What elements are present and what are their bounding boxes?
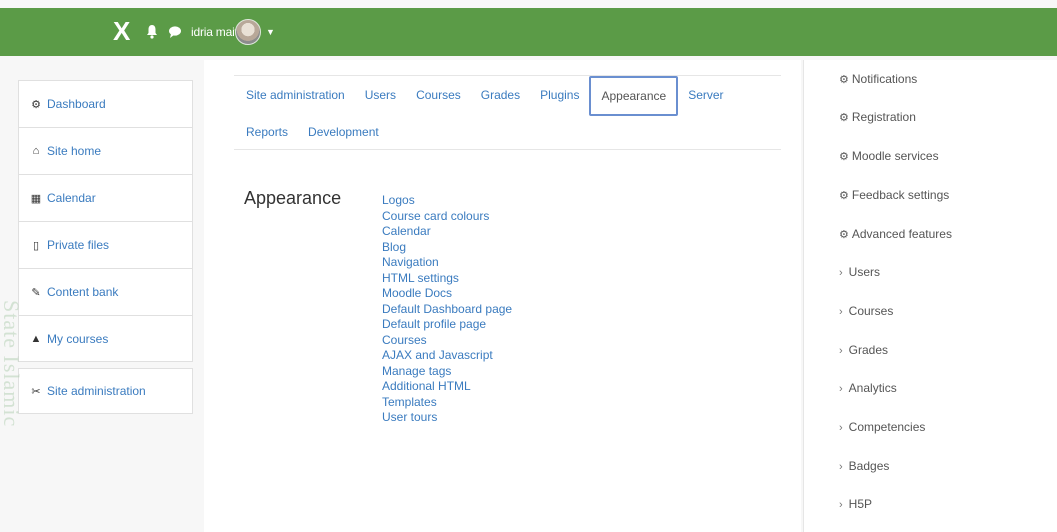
- link-blog[interactable]: Blog: [382, 240, 512, 256]
- right-category-h5p[interactable]: › H5P: [839, 497, 872, 511]
- sidebar-item-label: Content bank: [47, 285, 119, 299]
- calendar-icon: ▦: [30, 192, 42, 205]
- sidebar-item-label: My courses: [47, 331, 109, 346]
- dashboard-icon: ⚙: [31, 98, 41, 111]
- top-navbar: X idria maita ▼: [0, 8, 1057, 56]
- gear-icon: ⚙: [839, 229, 849, 241]
- right-category-analytics[interactable]: › Analytics: [839, 381, 897, 395]
- sidebar-item-content-bank[interactable]: ✎ Content bank: [18, 268, 193, 315]
- gear-icon: ⚙: [839, 190, 849, 202]
- right-item-notifications[interactable]: ⚙ Notifications: [839, 72, 917, 86]
- bell-icon[interactable]: [146, 24, 158, 40]
- right-category-grades[interactable]: › Grades: [839, 343, 888, 357]
- tab-appearance[interactable]: Appearance: [589, 76, 679, 116]
- section-title: Appearance: [244, 188, 342, 208]
- link-default-profile-page[interactable]: Default profile page: [382, 317, 512, 333]
- sidebar-item-label: Calendar: [47, 191, 96, 205]
- tab-courses[interactable]: Courses: [406, 76, 471, 114]
- chevron-right-icon: ›: [839, 461, 843, 473]
- tab-reports[interactable]: Reports: [234, 114, 298, 150]
- home-icon: ⌂: [32, 145, 40, 157]
- gear-icon: ⚙: [839, 112, 849, 124]
- tab-site-administration[interactable]: Site administration: [234, 76, 355, 114]
- tab-server[interactable]: Server: [678, 76, 733, 114]
- wrench-icon: ✂: [31, 385, 41, 398]
- link-user-tours[interactable]: User tours: [382, 410, 512, 426]
- sidebar-item-calendar[interactable]: ▦ Calendar: [18, 174, 193, 221]
- link-course-card-colours[interactable]: Course card colours: [382, 209, 512, 225]
- chevron-down-icon[interactable]: ▼: [266, 27, 275, 37]
- tab-grades[interactable]: Grades: [471, 76, 530, 114]
- sidebar-item-label: Site administration: [47, 384, 146, 398]
- admin-tabs: Site administration Users Courses Grades…: [234, 75, 781, 150]
- brush-icon: ✎: [31, 286, 41, 299]
- chevron-right-icon: ›: [839, 383, 843, 395]
- link-calendar[interactable]: Calendar: [382, 224, 512, 240]
- link-logos[interactable]: Logos: [382, 193, 512, 209]
- link-default-dashboard-page[interactable]: Default Dashboard page: [382, 302, 512, 318]
- avatar[interactable]: [235, 19, 261, 45]
- link-manage-tags[interactable]: Manage tags: [382, 364, 512, 380]
- gear-icon: ⚙: [839, 74, 849, 86]
- right-category-competencies[interactable]: › Competencies: [839, 420, 925, 434]
- chat-icon[interactable]: [168, 25, 182, 39]
- watermark: State Islamic: [0, 300, 24, 428]
- right-category-users[interactable]: › Users: [839, 265, 880, 279]
- sidebar-item-my-courses[interactable]: ▲ My courses: [18, 315, 193, 362]
- link-navigation[interactable]: Navigation: [382, 255, 512, 271]
- link-templates[interactable]: Templates: [382, 395, 512, 411]
- right-item-advanced-features[interactable]: ⚙ Advanced features: [839, 227, 952, 241]
- sidebar-item-dashboard[interactable]: ⚙ Dashboard: [18, 80, 193, 127]
- right-panel: ⚙ Notifications ⚙ Registration ⚙ Moodle ser…: [803, 60, 1057, 532]
- sidebar-item-label: Private files: [47, 238, 110, 252]
- chevron-right-icon: ›: [839, 422, 843, 434]
- chevron-right-icon: ›: [839, 267, 843, 279]
- chevron-right-icon: ›: [839, 345, 843, 357]
- link-html-settings[interactable]: HTML settings: [382, 271, 512, 287]
- sidebar-item-site-administration[interactable]: ✂ Site administration: [18, 368, 193, 414]
- gear-icon: ⚙: [839, 151, 849, 163]
- sidebar-item-site-home[interactable]: ⌂ Site home: [18, 127, 193, 174]
- tab-plugins[interactable]: Plugins: [530, 76, 589, 114]
- link-additional-html[interactable]: Additional HTML: [382, 379, 512, 395]
- link-moodle-docs[interactable]: Moodle Docs: [382, 286, 512, 302]
- right-item-feedback-settings[interactable]: ⚙ Feedback settings: [839, 188, 949, 202]
- right-item-moodle-services[interactable]: ⚙ Moodle services: [839, 149, 939, 163]
- tab-users[interactable]: Users: [355, 76, 406, 114]
- right-category-courses[interactable]: › Courses: [839, 304, 893, 318]
- sidebar-item-private-files[interactable]: ▯ Private files: [18, 221, 193, 268]
- graduation-cap-icon: ▲: [30, 332, 42, 345]
- right-item-registration[interactable]: ⚙ Registration: [839, 110, 916, 124]
- link-courses[interactable]: Courses: [382, 333, 512, 349]
- main-content: Site administration Users Courses Grades…: [204, 60, 801, 532]
- appearance-links: Logos Course card colours Calendar Blog …: [382, 193, 512, 426]
- close-icon[interactable]: X: [113, 18, 135, 44]
- sidebar-item-label: Dashboard: [47, 97, 106, 111]
- chevron-right-icon: ›: [839, 306, 843, 318]
- tab-development[interactable]: Development: [298, 114, 389, 150]
- sidebar-item-label: Site home: [47, 144, 102, 158]
- file-icon: ▯: [32, 239, 40, 252]
- link-ajax-and-javascript[interactable]: AJAX and Javascript: [382, 348, 512, 364]
- right-category-badges[interactable]: › Badges: [839, 459, 889, 473]
- chevron-right-icon: ›: [839, 499, 843, 511]
- sidebar-nav: ⚙ Dashboard ⌂ Site home ▦ Calendar ▯ Pri…: [18, 80, 193, 414]
